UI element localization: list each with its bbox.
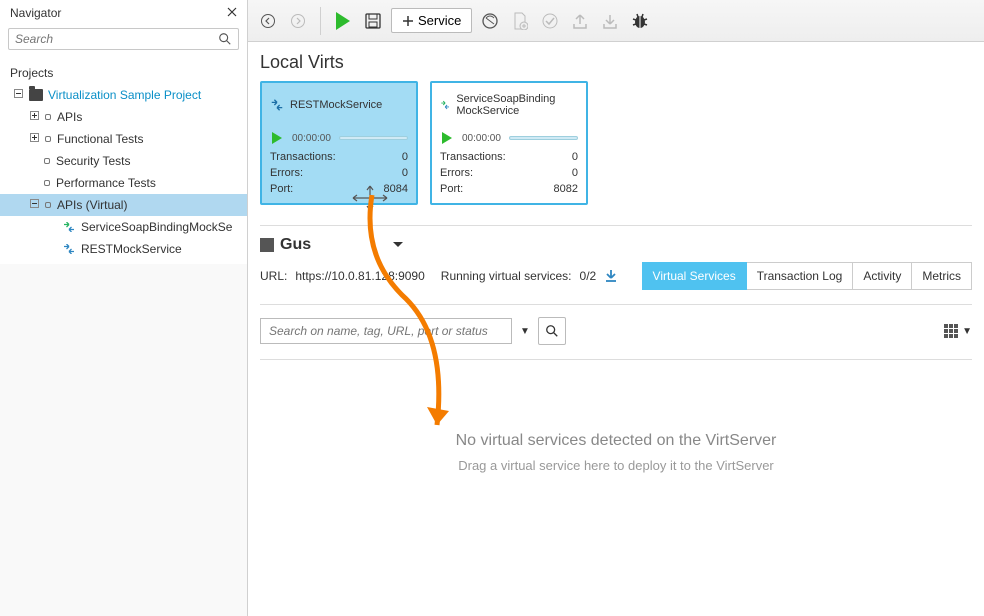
tab-activity[interactable]: Activity — [853, 262, 912, 290]
filter-input[interactable] — [260, 318, 512, 344]
search-button[interactable] — [538, 317, 566, 345]
card-title: ServiceSoapBinding MockService — [456, 93, 578, 117]
collapse-icon[interactable] — [14, 89, 26, 101]
download-icon[interactable] — [604, 269, 618, 283]
collapse-icon[interactable] — [30, 199, 42, 211]
empty-message-title: No virtual services detected on the Virt… — [260, 432, 972, 450]
plus-icon — [402, 15, 414, 27]
forward-button[interactable] — [286, 9, 310, 33]
play-icon[interactable] — [440, 131, 454, 145]
download-button[interactable] — [598, 9, 622, 33]
tree-label: APIs — [57, 110, 82, 124]
node-icon — [45, 114, 51, 120]
running-count: 0/2 — [580, 269, 597, 283]
tree-item-apis[interactable]: APIs — [0, 106, 247, 128]
play-icon[interactable] — [270, 131, 284, 145]
node-icon — [44, 158, 50, 164]
virt-service-icon — [270, 99, 284, 111]
tree-item-rest-service[interactable]: RESTMockService — [0, 238, 247, 260]
add-service-button[interactable]: Service — [391, 8, 472, 33]
project-label: Virtualization Sample Project — [48, 88, 201, 102]
node-icon — [44, 180, 50, 186]
node-icon — [45, 136, 51, 142]
run-button[interactable] — [331, 9, 355, 33]
expand-icon[interactable] — [30, 111, 42, 123]
server-name: Gus — [280, 236, 311, 254]
tab-virtual-services[interactable]: Virtual Services — [642, 262, 747, 290]
save-button[interactable] — [361, 9, 385, 33]
navigator-title: Navigator — [10, 6, 61, 20]
chevron-down-icon: ▼ — [962, 326, 972, 337]
projects-heading: Projects — [0, 62, 247, 84]
progress-bar — [509, 136, 578, 140]
virt-service-icon — [440, 99, 450, 111]
server-url: https://10.0.81.128:9090 — [295, 269, 424, 283]
navigator-close-icon[interactable] — [227, 7, 237, 20]
debug-button[interactable] — [628, 9, 652, 33]
tab-transaction-log[interactable]: Transaction Log — [747, 262, 854, 290]
tree-item-functional[interactable]: Functional Tests — [0, 128, 247, 150]
new-file-button[interactable] — [508, 9, 532, 33]
grid-icon — [944, 324, 958, 338]
running-label: Running virtual services: — [441, 269, 572, 283]
virt-card-rest[interactable]: RESTMockService 00:00:00 Transactions:0 … — [260, 81, 418, 205]
tree-label: Performance Tests — [56, 176, 156, 190]
back-button[interactable] — [256, 9, 280, 33]
tree-label: Functional Tests — [57, 132, 144, 146]
server-tabs: Virtual Services Transaction Log Activit… — [642, 262, 972, 290]
main-toolbar: Service — [248, 0, 984, 42]
chevron-down-icon[interactable] — [393, 242, 403, 248]
progress-bar — [339, 136, 408, 140]
server-header[interactable]: Gus — [260, 236, 972, 254]
help-button[interactable] — [478, 9, 502, 33]
url-label: URL: — [260, 269, 287, 283]
tree-label: Security Tests — [56, 154, 130, 168]
expand-icon[interactable] — [30, 133, 42, 145]
card-time: 00:00:00 — [462, 133, 501, 144]
virt-card-soap[interactable]: ServiceSoapBinding MockService 00:00:00 … — [430, 81, 588, 205]
tree-label: ServiceSoapBindingMockSe — [81, 220, 232, 234]
tree-item-security[interactable]: Security Tests — [0, 150, 247, 172]
drop-zone[interactable]: No virtual services detected on the Virt… — [260, 372, 972, 533]
empty-message-sub: Drag a virtual service here to deploy it… — [260, 458, 972, 473]
navigator-search-input[interactable] — [8, 28, 239, 50]
search-icon — [218, 32, 232, 46]
tree-label: APIs (Virtual) — [57, 198, 127, 212]
navigator-panel: Navigator Projects Virtualization Sample… — [0, 0, 248, 616]
tree-item-soap-service[interactable]: ServiceSoapBindingMockSe — [0, 216, 247, 238]
folder-icon — [29, 89, 43, 101]
node-icon — [45, 202, 51, 208]
tree-item-performance[interactable]: Performance Tests — [0, 172, 247, 194]
filter-dropdown-icon[interactable]: ▼ — [520, 326, 530, 337]
virt-service-icon — [62, 244, 76, 254]
search-icon — [545, 324, 559, 338]
tree-item-apis-virtual[interactable]: APIs (Virtual) — [0, 194, 247, 216]
tree-project-root[interactable]: Virtualization Sample Project — [0, 84, 247, 106]
service-button-label: Service — [418, 13, 461, 28]
server-icon — [260, 238, 274, 252]
tree-label: RESTMockService — [81, 242, 182, 256]
view-toggle[interactable]: ▼ — [944, 324, 972, 338]
card-time: 00:00:00 — [292, 133, 331, 144]
verify-button[interactable] — [538, 9, 562, 33]
card-title: RESTMockService — [290, 99, 382, 111]
tab-metrics[interactable]: Metrics — [912, 262, 972, 290]
project-tree: Projects Virtualization Sample Project A… — [0, 58, 247, 264]
upload-button[interactable] — [568, 9, 592, 33]
virt-service-icon — [62, 222, 76, 232]
local-virts-title: Local Virts — [260, 52, 972, 73]
